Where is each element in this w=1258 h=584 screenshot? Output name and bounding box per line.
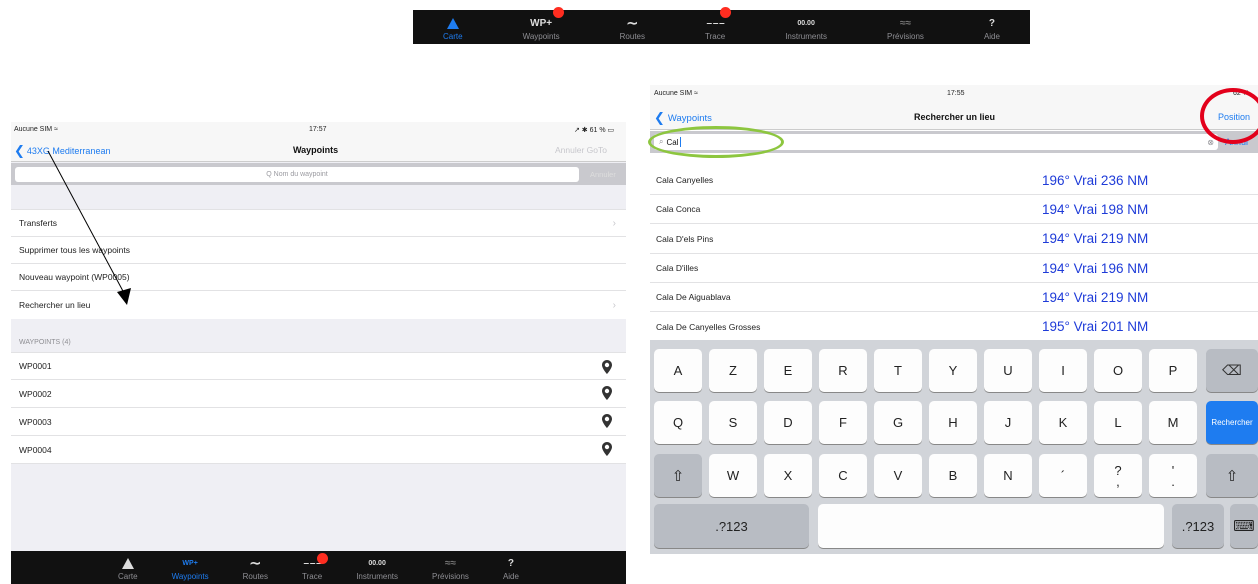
key-j[interactable]: J — [984, 401, 1032, 444]
numbers-key-left[interactable]: .?123 — [654, 504, 809, 548]
key-y[interactable]: Y — [929, 349, 977, 392]
shift-key-left[interactable]: ⇧ — [654, 454, 702, 497]
key-d[interactable]: D — [764, 401, 812, 444]
key-p[interactable]: P — [1149, 349, 1197, 392]
key-s[interactable]: S — [709, 401, 757, 444]
back-waypoints-button[interactable]: ❮ Waypoints — [654, 110, 712, 126]
annotation-green-ellipse — [648, 126, 784, 158]
key-q[interactable]: Q — [654, 401, 702, 444]
key-h[interactable]: H — [929, 401, 977, 444]
key-a[interactable]: A — [654, 349, 702, 392]
annotation-arrow — [47, 150, 131, 305]
forecast-icon: ≈≈ — [899, 17, 911, 29]
key-row3-4[interactable]: B — [929, 454, 977, 497]
search-key[interactable]: Rechercher — [1206, 401, 1258, 444]
chevron-left-icon: ❮ — [654, 110, 665, 125]
key-z[interactable]: Z — [709, 349, 757, 392]
key-l[interactable]: L — [1094, 401, 1142, 444]
result-row-4[interactable]: Cala D'illes 194° Vrai 196 NM — [650, 254, 1258, 283]
bearing-distance: 195° Vrai 201 NM — [1042, 319, 1149, 334]
bearing-distance: 194° Vrai 196 NM — [1042, 260, 1149, 276]
key-f[interactable]: F — [819, 401, 867, 444]
key-row3-2[interactable]: C — [819, 454, 867, 497]
result-row-3[interactable]: Cala D'els Pins 194° Vrai 219 NM — [650, 224, 1258, 254]
page-title: Rechercher un lieu — [914, 112, 996, 122]
key-row3-8[interactable]: '. — [1149, 454, 1197, 497]
key-m[interactable]: M — [1149, 401, 1197, 444]
shift-key-right[interactable]: ⇧ — [1206, 454, 1258, 497]
key-o[interactable]: O — [1094, 349, 1142, 392]
badge-dot — [720, 7, 732, 18]
result-row-1[interactable]: Cala Canyelles 196° Vrai 236 NM — [650, 166, 1258, 195]
key-row3-0[interactable]: W — [709, 454, 757, 497]
key-row3-3[interactable]: V — [874, 454, 922, 497]
backspace-key[interactable]: ⌫ — [1206, 349, 1258, 392]
key-row3-1[interactable]: X — [764, 454, 812, 497]
annotation-red-circle — [1200, 88, 1258, 144]
bearing-distance: 196° Vrai 236 NM — [1042, 172, 1149, 188]
key-u[interactable]: U — [984, 349, 1032, 392]
key-row3-5[interactable]: N — [984, 454, 1032, 497]
key-row3-7[interactable]: ?, — [1094, 454, 1142, 497]
help-icon: ? — [988, 17, 995, 29]
right-status-carrier: Aucune SIM ≈ — [654, 90, 698, 97]
top-tab-aide[interactable]: ? Aide — [984, 10, 1000, 44]
key-i[interactable]: I — [1039, 349, 1087, 392]
keyboard-hide-key[interactable]: ⌨ — [1230, 504, 1258, 548]
trace-icon: – – – — [706, 17, 724, 29]
result-row-2[interactable]: Cala Conca 194° Vrai 198 NM — [650, 195, 1258, 224]
instruments-icon: 00.00 — [797, 19, 815, 27]
top-tab-trace[interactable]: – – – Trace — [705, 7, 732, 44]
key-g[interactable]: G — [874, 401, 922, 444]
key-t[interactable]: T — [874, 349, 922, 392]
top-tab-instruments[interactable]: 00.00 Instruments — [785, 10, 827, 44]
bearing-distance: 194° Vrai 219 NM — [1042, 289, 1149, 305]
key-k[interactable]: K — [1039, 401, 1087, 444]
key-e[interactable]: E — [764, 349, 812, 392]
result-row-5[interactable]: Cala De Aiguablava 194° Vrai 219 NM — [650, 283, 1258, 312]
right-status-time: 17:55 — [947, 90, 965, 97]
result-row-6[interactable]: Cala De Canyelles Grosses 195° Vrai 201 … — [650, 312, 1258, 341]
numbers-key-right[interactable]: .?123 — [1172, 504, 1224, 548]
top-tab-previsions[interactable]: ≈≈ Prévisions — [887, 10, 924, 44]
bearing-distance: 194° Vrai 198 NM — [1042, 201, 1149, 217]
bearing-distance: 194° Vrai 219 NM — [1042, 231, 1149, 246]
space-key[interactable] — [818, 504, 1164, 548]
keyboard-icon: ⌨ — [1233, 518, 1255, 535]
key-r[interactable]: R — [819, 349, 867, 392]
key-row3-6[interactable]: ´ — [1039, 454, 1087, 497]
